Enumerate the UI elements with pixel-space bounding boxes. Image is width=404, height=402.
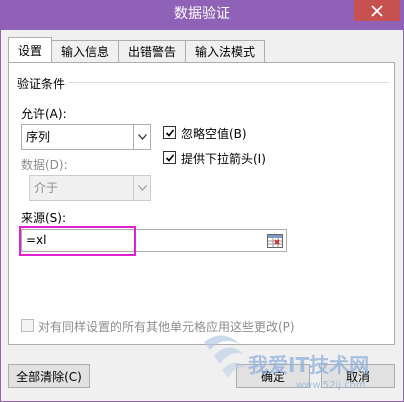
apply-all-label: 对有同样设置的所有其他单元格应用这些更改(P) <box>38 320 295 334</box>
dropdown-arrow-checkbox[interactable] <box>163 151 176 164</box>
source-label: 来源(S): <box>21 211 67 225</box>
apply-all-checkbox <box>21 319 34 332</box>
tab-input-message[interactable]: 输入信息 <box>51 40 120 62</box>
window-title: 数据验证 <box>174 6 230 22</box>
data-select-value: 介于 <box>34 181 59 195</box>
allow-label: 允许(A): <box>21 107 67 121</box>
ignore-blank-checkbox[interactable] <box>163 126 176 139</box>
data-select: 介于 <box>29 175 151 201</box>
close-icon <box>371 4 383 17</box>
allow-select[interactable]: 序列 <box>21 124 151 150</box>
tab-error-alert[interactable]: 出错警告 <box>118 40 187 62</box>
group-title-criteria: 验证条件 <box>17 77 66 91</box>
clear-all-button[interactable]: 全部清除(C) <box>8 364 90 388</box>
chevron-down-icon <box>133 176 150 200</box>
tab-ime-mode[interactable]: 输入法模式 <box>185 40 266 62</box>
checkmark-icon <box>165 128 174 137</box>
group-divider <box>69 82 389 83</box>
settings-panel: 验证条件 允许(A): 序列 忽略空值(B) 提供下拉箭头(I) 数据(D): … <box>8 62 395 345</box>
range-select-button[interactable] <box>264 230 286 251</box>
checkmark-icon <box>165 153 174 162</box>
allow-select-value: 序列 <box>26 130 51 144</box>
dropdown-arrow-label[interactable]: 提供下拉箭头(I) <box>181 150 266 167</box>
ok-button[interactable]: 确定 <box>236 364 310 388</box>
close-button[interactable] <box>354 0 400 21</box>
chevron-down-icon[interactable] <box>133 125 150 149</box>
title-bar[interactable]: 数据验证 <box>0 0 404 30</box>
tab-strip: 设置 输入信息 出错警告 输入法模式 <box>8 37 266 62</box>
data-label: 数据(D): <box>21 158 68 172</box>
tab-settings[interactable]: 设置 <box>8 37 53 62</box>
range-select-icon <box>267 233 283 248</box>
ignore-blank-label[interactable]: 忽略空值(B) <box>181 125 247 142</box>
highlight-box <box>19 226 136 256</box>
cancel-button[interactable]: 取消 <box>321 364 395 388</box>
